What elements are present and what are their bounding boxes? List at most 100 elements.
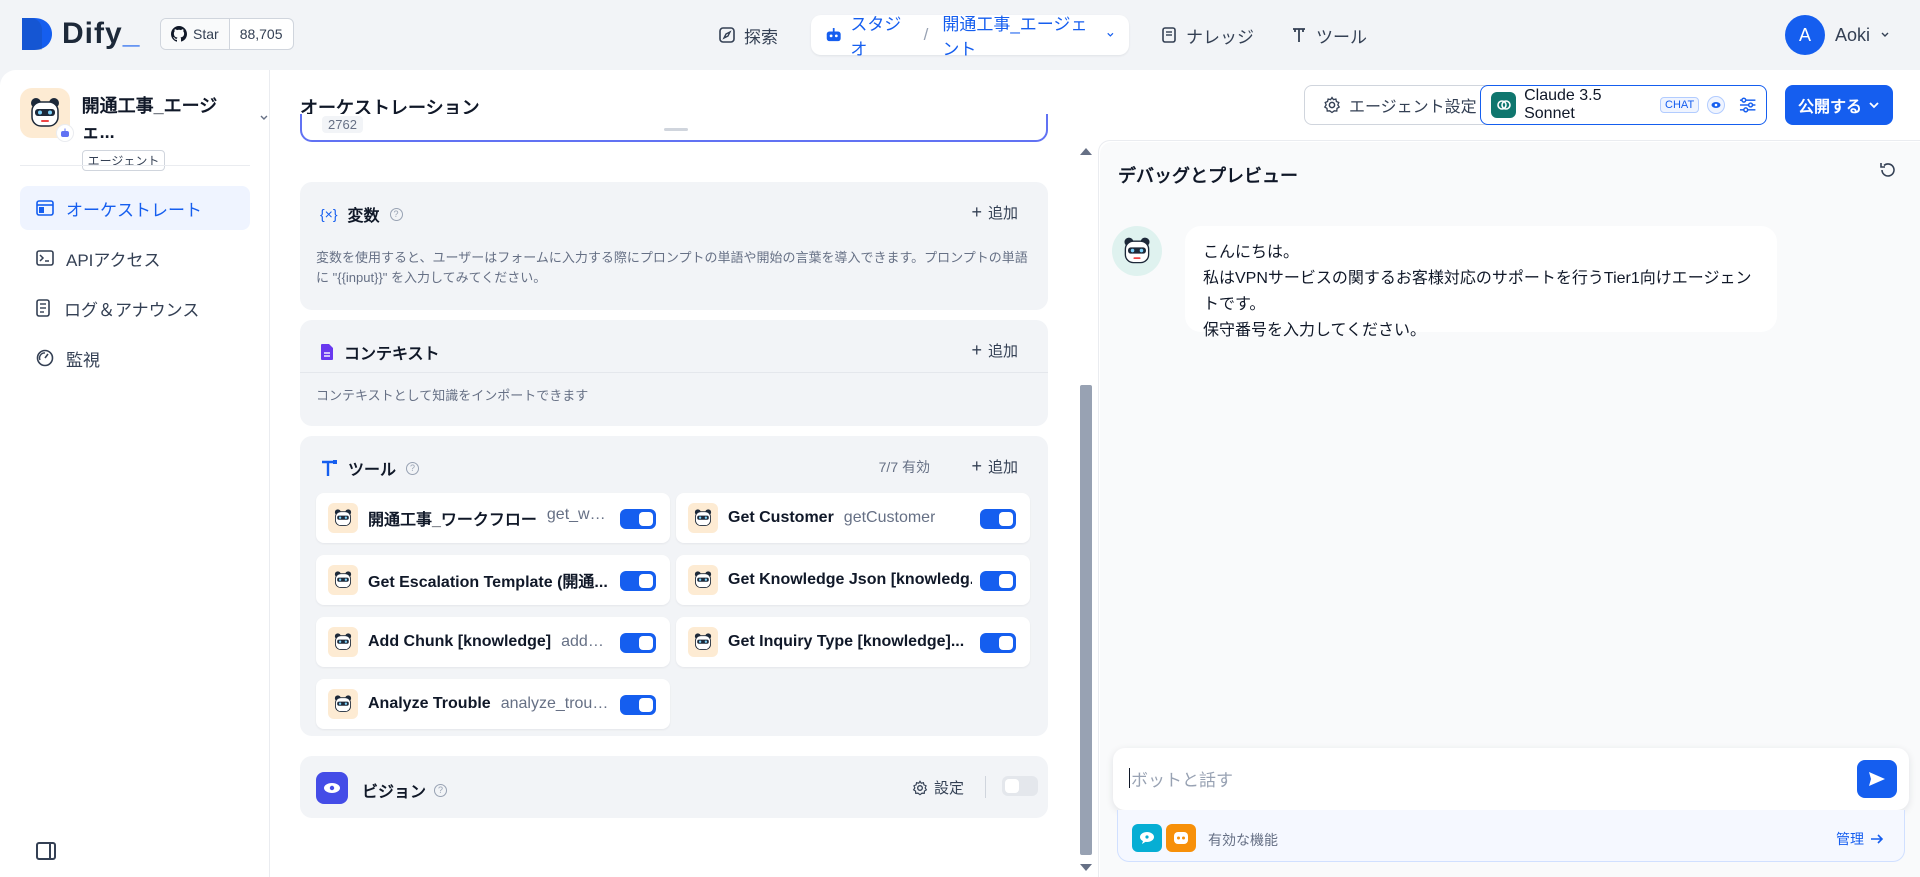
breadcrumb-app-name[interactable]: 開通工事_エージェント <box>942 10 1098 60</box>
file-list-icon <box>36 299 50 317</box>
sliders-icon[interactable] <box>1739 97 1756 113</box>
manage-label: 管理 <box>1836 831 1864 847</box>
tool-toggle[interactable] <box>980 571 1016 591</box>
chevron-down-icon <box>1107 32 1114 37</box>
send-button[interactable] <box>1857 760 1897 798</box>
publish-button[interactable]: 公開する <box>1785 85 1893 125</box>
sidebar-item-logs[interactable]: ログ＆アナウンス <box>20 286 250 330</box>
quote-icon <box>1166 824 1196 852</box>
tools-icon <box>1293 28 1305 42</box>
bot-message: こんにちは。 私はVPNサービスの関するお客様対応のサポートを行うTier1向け… <box>1185 226 1777 339</box>
star-label: Star <box>193 26 219 42</box>
tool-robot-icon <box>688 627 718 657</box>
debug-title: デバッグとプレビュー <box>1118 166 1298 186</box>
app-type-badge: エージェント <box>81 150 166 171</box>
message-line: 保守番号を入力してください。 <box>1203 322 1427 339</box>
github-star-widget[interactable]: Star 88,705 <box>160 18 294 50</box>
breadcrumb-separator: / <box>923 25 929 44</box>
sidebar-item-api-access[interactable]: APIアクセス <box>20 236 250 280</box>
tool-item[interactable]: Analyze Trouble analyze_trouble <box>316 679 670 729</box>
agent-settings-button[interactable]: エージェント設定 <box>1304 85 1496 125</box>
context-add-button[interactable]: + 追加 <box>971 340 1018 361</box>
nav-tools[interactable]: ツール <box>1276 15 1381 55</box>
user-menu[interactable]: A Aoki <box>1784 15 1890 55</box>
vision-divider <box>985 776 986 798</box>
sidebar-divider <box>20 165 250 166</box>
vision-capability-icon <box>1707 96 1725 114</box>
gear-icon <box>1323 96 1341 114</box>
logo-text: Dify_ <box>62 17 141 50</box>
nav-studio[interactable]: スタジオ / 開通工事_エージェント <box>811 15 1129 59</box>
star-count: 88,705 <box>239 26 283 42</box>
prompt-editor[interactable]: 2762 <box>300 114 1048 142</box>
variables-add-button[interactable]: + 追加 <box>971 202 1018 223</box>
scroll-down-arrow[interactable] <box>1080 864 1092 871</box>
features-bar: 有効な機能 管理 <box>1117 810 1905 862</box>
dify-logo[interactable]: Dify_ <box>20 16 140 52</box>
tool-name: Add Chunk [knowledge] <box>368 633 552 650</box>
github-icon <box>171 26 187 42</box>
prompt-char-count: 2762 <box>322 116 363 133</box>
tool-name: Analyze Trouble <box>368 695 491 712</box>
tool-id: add_c... <box>561 633 612 650</box>
tool-item[interactable]: Add Chunk [knowledge] add_c... <box>316 617 670 667</box>
help-icon: ? <box>434 783 448 797</box>
tool-toggle[interactable] <box>620 571 656 591</box>
tool-robot-icon <box>688 503 718 533</box>
vision-settings-button[interactable]: 設定 <box>912 777 964 798</box>
tool-name: 開通工事_ワークフロー <box>368 512 537 529</box>
tools-enabled-count: 7/7 有効 <box>878 459 930 475</box>
sidebar-item-monitoring[interactable]: 監視 <box>20 336 250 380</box>
sidebar-collapse-icon[interactable] <box>36 842 56 860</box>
tools-card: ツール ? 7/7 有効 + 追加 開通工事_ワークフロー get_workfl.… <box>300 436 1048 736</box>
bot-avatar <box>1112 226 1162 276</box>
variable-icon: {×} <box>320 206 338 222</box>
vision-toggle[interactable] <box>1002 776 1038 796</box>
vision-card: ビジョン ? 設定 <box>300 756 1048 818</box>
tools-title: ツール <box>348 462 397 479</box>
vision-header: ビジョン ? <box>362 778 448 802</box>
model-selector[interactable]: Claude 3.5 Sonnet CHAT <box>1480 85 1767 125</box>
app-avatar <box>20 88 74 142</box>
document-icon <box>321 344 333 360</box>
tool-item[interactable]: Get Knowledge Json [knowledg... <box>676 555 1030 605</box>
anthropic-icon <box>1491 92 1517 118</box>
scroll-up-arrow[interactable] <box>1080 148 1092 155</box>
variables-description: 変数を使用すると、ユーザーはフォームに入力する際にプロンプトの単語や開始の言葉を… <box>316 250 1028 285</box>
scrollbar-thumb[interactable] <box>1080 385 1092 855</box>
tool-id: get_workfl... <box>546 506 612 523</box>
chevron-down-icon <box>260 115 268 120</box>
tool-toggle[interactable] <box>620 633 656 653</box>
tool-item[interactable]: 開通工事_ワークフロー get_workfl... <box>316 493 670 543</box>
manage-features-button[interactable]: 管理 <box>1836 829 1884 849</box>
tool-robot-icon <box>328 565 358 595</box>
nav-tools-label: ツール <box>1316 27 1367 47</box>
book-icon <box>1162 27 1176 43</box>
tools-add-button[interactable]: + 追加 <box>971 456 1018 477</box>
sidebar-item-orchestrate[interactable]: オーケストレート <box>20 186 250 230</box>
tool-toggle[interactable] <box>980 633 1016 653</box>
tool-toggle[interactable] <box>980 509 1016 529</box>
help-icon: ? <box>389 207 403 221</box>
tool-toggle[interactable] <box>620 695 656 715</box>
top-bar: Dify_ Star 88,705 探索 スタジオ / 開通工事_エージェント … <box>0 0 1920 70</box>
tool-item[interactable]: Get Customer getCustomer <box>676 493 1030 543</box>
tool-item[interactable]: Get Escalation Template (開通... <box>316 555 670 605</box>
tool-toggle[interactable] <box>620 509 656 529</box>
plus-icon: + <box>971 340 982 360</box>
nav-knowledge[interactable]: ナレッジ <box>1146 15 1268 55</box>
nav-explore[interactable]: 探索 <box>704 15 792 55</box>
agent-settings-label: エージェント設定 <box>1349 99 1477 116</box>
nav-knowledge-label: ナレッジ <box>1186 27 1254 47</box>
resize-handle[interactable] <box>664 128 688 131</box>
chat-input[interactable]: ボットと話す <box>1113 748 1909 810</box>
sidebar-item-label: 監視 <box>66 350 100 370</box>
robot-panda-icon <box>1124 237 1150 264</box>
sidebar-item-label: オーケストレート <box>66 200 202 220</box>
chat-input-placeholder: ボットと話す <box>1131 771 1233 790</box>
tool-id: analyze_trouble <box>500 695 612 712</box>
tool-item[interactable]: Get Inquiry Type [knowledge]... <box>676 617 1030 667</box>
tool-robot-icon <box>328 689 358 719</box>
refresh-icon[interactable] <box>1878 160 1898 180</box>
app-header[interactable]: 開通工事_エージェ... エージェント <box>20 88 269 171</box>
